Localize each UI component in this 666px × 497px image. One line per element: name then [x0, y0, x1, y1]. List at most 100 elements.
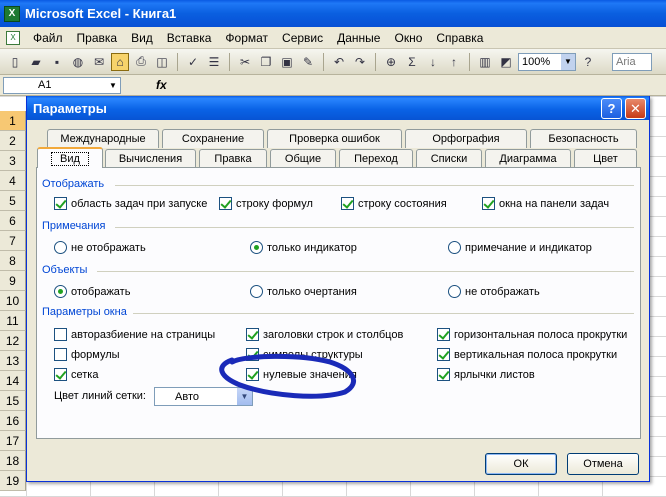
undo-icon[interactable]: ↶ [330, 53, 348, 71]
tab-international[interactable]: Международные [47, 129, 159, 148]
option-page-breaks[interactable]: авторазбиение на страницы [54, 328, 215, 341]
checkbox[interactable] [341, 197, 354, 210]
workbook-icon[interactable]: X [6, 30, 20, 45]
radio-button[interactable] [448, 241, 461, 254]
option-comments-and-indicator[interactable]: примечание и индикатор [448, 241, 592, 254]
format-painter-icon[interactable]: ✎ [299, 53, 317, 71]
hyperlink-icon[interactable]: ⊕ [382, 53, 400, 71]
option-row-col-headers[interactable]: заголовки строк и столбцов [246, 328, 403, 341]
row-header[interactable]: 19 [0, 471, 26, 491]
research-icon[interactable]: ☰ [205, 53, 223, 71]
new-document-icon[interactable]: ▯ [6, 53, 24, 71]
row-header[interactable]: 9 [0, 271, 26, 291]
option-formulas[interactable]: формулы [54, 348, 120, 361]
menu-insert[interactable]: Вставка [160, 31, 219, 45]
radio-button[interactable] [54, 285, 67, 298]
option-startup-task-pane[interactable]: область задач при запуске [54, 197, 207, 210]
checkbox[interactable] [482, 197, 495, 210]
checkbox[interactable] [219, 197, 232, 210]
checkbox[interactable] [437, 328, 450, 341]
tab-security[interactable]: Безопасность [530, 129, 637, 148]
checkbox[interactable] [54, 368, 67, 381]
tab-view[interactable]: Вид [37, 147, 103, 168]
row-header[interactable]: 11 [0, 311, 26, 331]
cancel-button[interactable]: Отмена [567, 453, 639, 475]
tab-chart[interactable]: Диаграмма [485, 149, 571, 168]
menu-edit[interactable]: Правка [70, 31, 125, 45]
option-vertical-scrollbar[interactable]: вертикальная полоса прокрутки [437, 348, 617, 361]
menu-help[interactable]: Справка [429, 31, 490, 45]
option-zero-values[interactable]: нулевые значения [246, 368, 357, 381]
menu-file[interactable]: Файл [26, 31, 70, 45]
ok-button[interactable]: ОК [485, 453, 557, 475]
help-icon[interactable]: ? [579, 53, 597, 71]
zoom-select[interactable]: 100% ▼ [518, 52, 576, 71]
chevron-down-icon[interactable]: ▼ [561, 53, 575, 70]
radio-button[interactable] [54, 241, 67, 254]
font-name-select[interactable]: Aria [612, 52, 652, 71]
print-icon[interactable]: ⎙ [132, 53, 150, 71]
row-header[interactable]: 5 [0, 191, 26, 211]
row-header[interactable]: 4 [0, 171, 26, 191]
option-comments-indicator-only[interactable]: только индикатор [250, 241, 357, 254]
drawing-icon[interactable]: ◩ [497, 53, 515, 71]
option-formula-bar[interactable]: строку формул [219, 197, 313, 210]
dialog-title-bar[interactable]: Параметры ? ✕ [27, 96, 649, 120]
menu-format[interactable]: Формат [218, 31, 275, 45]
checkbox[interactable] [54, 348, 67, 361]
cut-icon[interactable]: ✂ [236, 53, 254, 71]
checkbox[interactable] [246, 348, 259, 361]
row-header[interactable]: 7 [0, 231, 26, 251]
checkbox[interactable] [246, 328, 259, 341]
redo-icon[interactable]: ↷ [351, 53, 369, 71]
checkbox[interactable] [246, 368, 259, 381]
row-header[interactable]: 14 [0, 371, 26, 391]
option-comments-none[interactable]: не отображать [54, 241, 146, 254]
radio-button[interactable] [448, 285, 461, 298]
tab-edit[interactable]: Правка [199, 149, 267, 168]
autosum-icon[interactable]: Σ [403, 53, 421, 71]
tab-calculation[interactable]: Вычисления [105, 149, 196, 168]
permission-icon[interactable]: ◍ [69, 53, 87, 71]
open-folder-icon[interactable]: ▰ [27, 53, 45, 71]
row-header[interactable]: 6 [0, 211, 26, 231]
option-objects-placeholders[interactable]: только очертания [250, 285, 357, 298]
tab-spelling[interactable]: Орфография [405, 129, 527, 148]
email-icon[interactable]: ✉ [90, 53, 108, 71]
menu-window[interactable]: Окно [387, 31, 429, 45]
option-status-bar[interactable]: строку состояния [341, 197, 447, 210]
option-outline-symbols[interactable]: символы структуры [246, 348, 363, 361]
option-sheet-tabs[interactable]: ярлычки листов [437, 368, 535, 381]
gridline-color-select[interactable]: Авто ▼ [154, 387, 253, 406]
chevron-down-icon[interactable]: ▼ [237, 388, 252, 405]
paste-icon[interactable]: ▣ [278, 53, 296, 71]
checkbox[interactable] [54, 328, 67, 341]
row-header[interactable]: 10 [0, 291, 26, 311]
spelling-icon[interactable]: ✓ [184, 53, 202, 71]
print-preview-icon[interactable]: ◫ [153, 53, 171, 71]
copy-icon[interactable]: ❐ [257, 53, 275, 71]
checkbox[interactable] [437, 368, 450, 381]
row-header[interactable]: 18 [0, 451, 26, 471]
sort-ascending-icon[interactable]: ↓ [424, 53, 442, 71]
checkbox[interactable] [54, 197, 67, 210]
checkbox[interactable] [437, 348, 450, 361]
tab-color[interactable]: Цвет [574, 149, 637, 168]
row-header[interactable]: 17 [0, 431, 26, 451]
option-windows-in-taskbar[interactable]: окна на панели задач [482, 197, 609, 210]
tab-save[interactable]: Сохранение [162, 129, 264, 148]
radio-button[interactable] [250, 241, 263, 254]
row-header[interactable]: 8 [0, 251, 26, 271]
row-header[interactable]: 3 [0, 151, 26, 171]
option-horizontal-scrollbar[interactable]: горизонтальная полоса прокрутки [437, 328, 627, 341]
chart-wizard-icon[interactable]: ▥ [476, 53, 494, 71]
tab-transition[interactable]: Переход [339, 149, 413, 168]
row-header[interactable]: 1 [0, 111, 26, 131]
option-objects-hide[interactable]: не отображать [448, 285, 540, 298]
help-button[interactable]: ? [601, 98, 622, 119]
radio-button[interactable] [250, 285, 263, 298]
option-gridlines[interactable]: сетка [54, 368, 98, 381]
insert-function-icon[interactable]: fx [156, 78, 167, 92]
name-box[interactable]: A1 ▼ [3, 76, 121, 94]
tab-error-checking[interactable]: Проверка ошибок [267, 129, 402, 148]
